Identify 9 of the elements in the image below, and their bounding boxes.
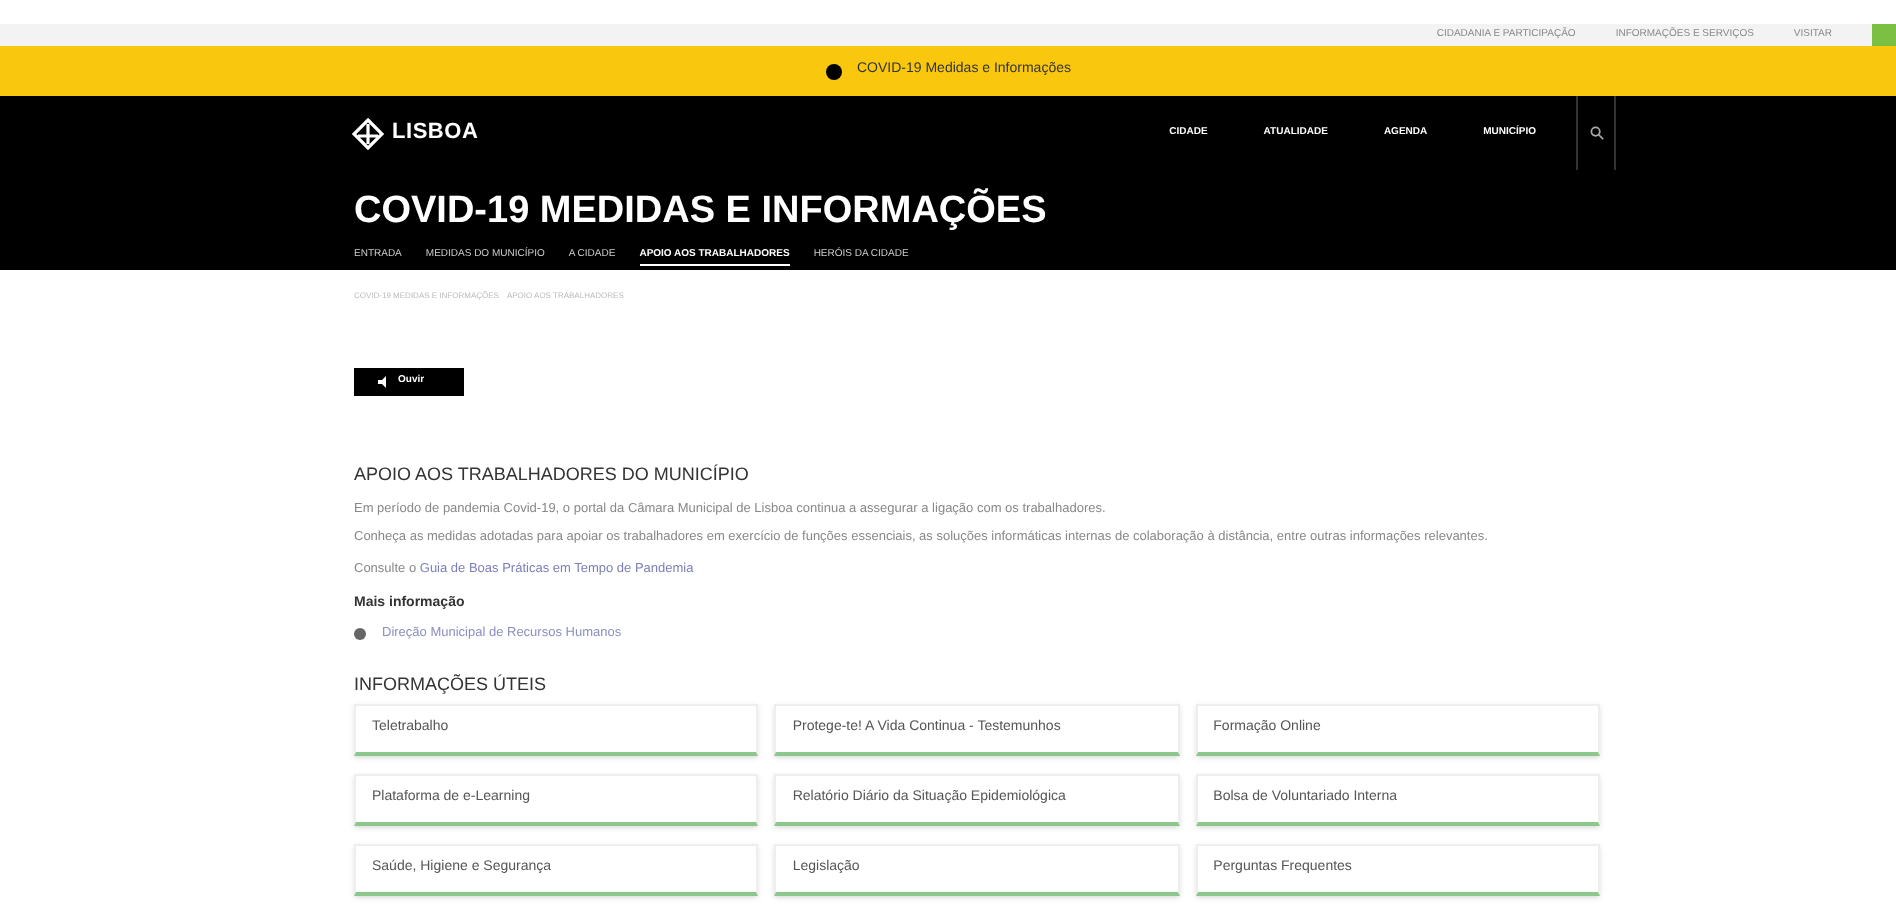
search-icon[interactable]: [1589, 126, 1603, 140]
bullet-icon: [354, 627, 366, 640]
section-heading: INFORMAÇÕES ÚTEIS: [354, 671, 549, 698]
logo-text[interactable]: LISBOA: [392, 116, 479, 150]
speaker-icon: [378, 376, 390, 388]
ship-logo-icon: [352, 117, 384, 149]
page-title: COVID-19 MEDIDAS E INFORMAÇÕES: [354, 190, 1049, 234]
section-heading: APOIO AOS TRABALHADORES DO MUNICÍPIO: [354, 462, 751, 488]
info-icon: [825, 63, 841, 79]
